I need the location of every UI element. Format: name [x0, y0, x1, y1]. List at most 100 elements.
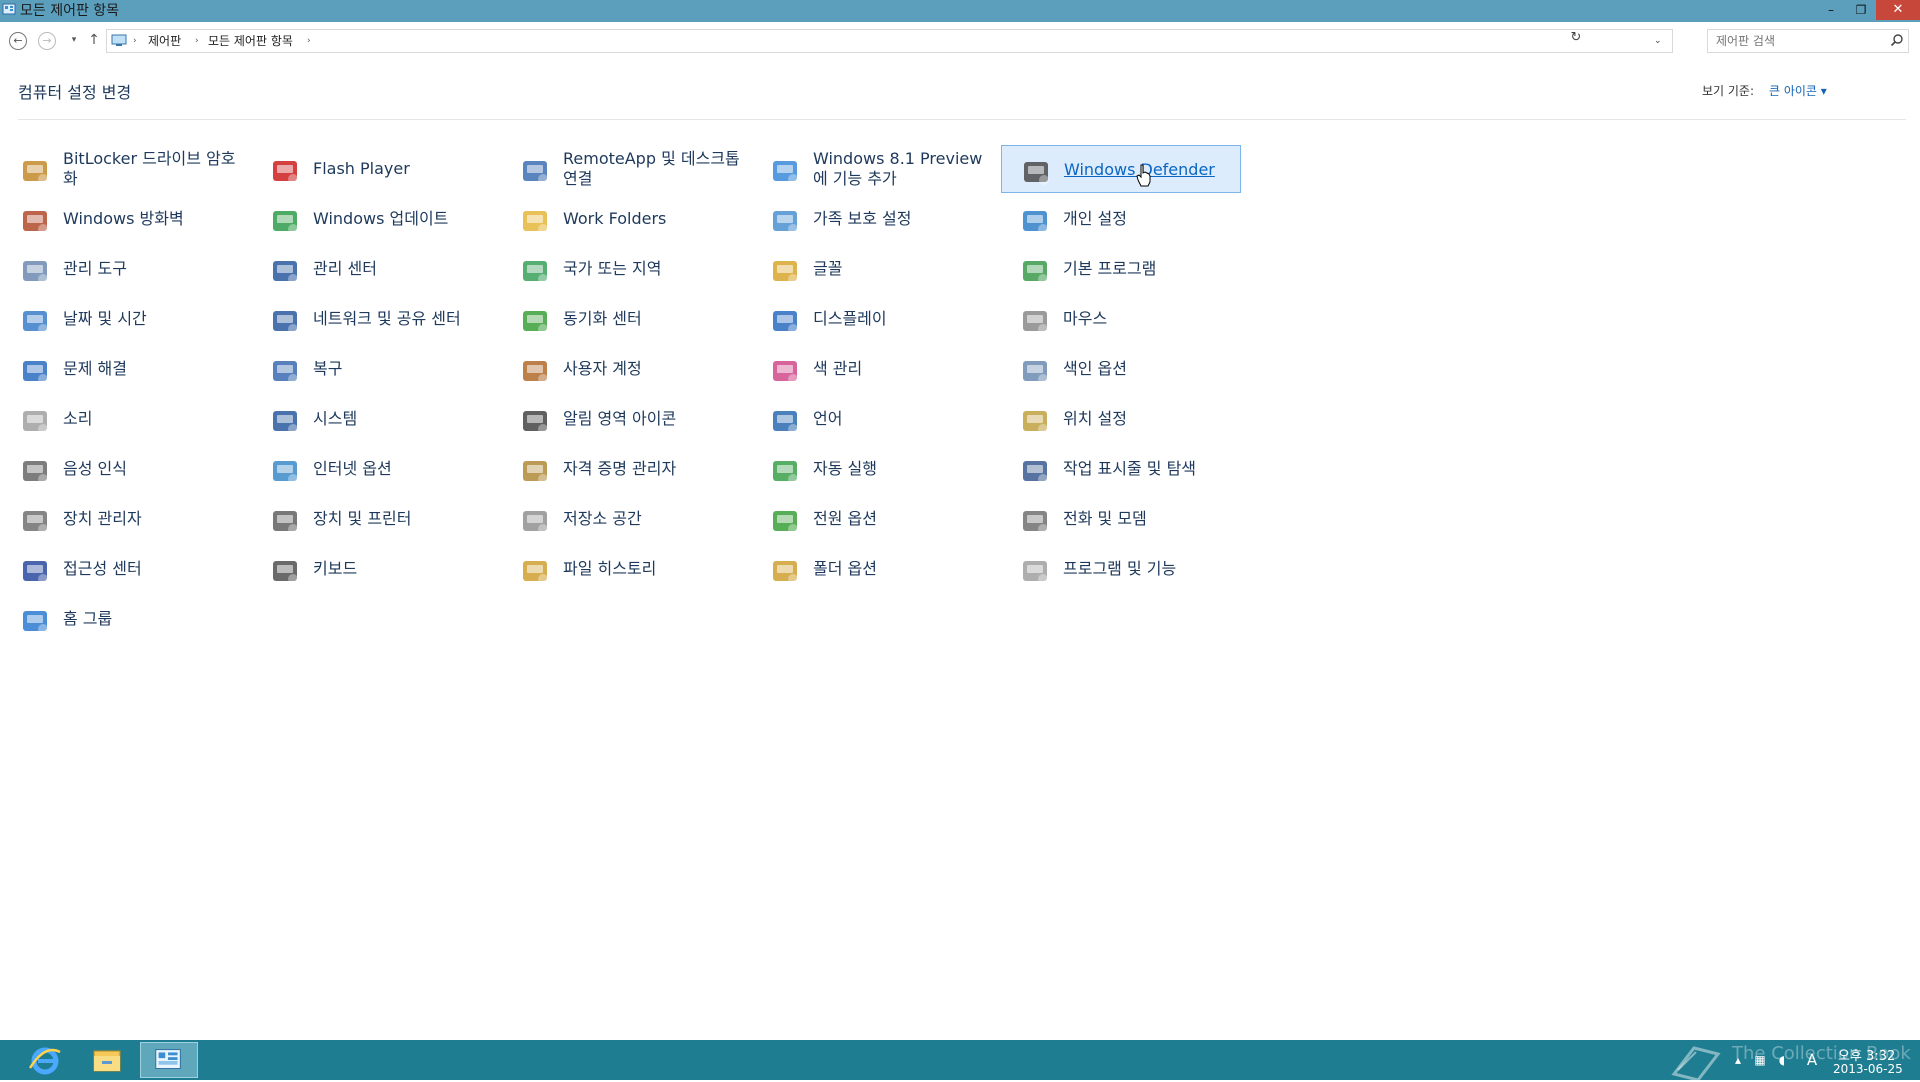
control-panel-item[interactable]: 글꼴 [751, 245, 991, 293]
search-input[interactable] [1714, 33, 1878, 49]
volume-tray-icon[interactable]: ◖ [1774, 1052, 1790, 1068]
storage-spaces-icon [523, 511, 548, 534]
credential-icon [523, 461, 548, 484]
control-panel-item[interactable]: 장치 관리자 [1, 495, 241, 543]
recent-locations-button[interactable]: ▾ [64, 30, 84, 50]
forward-button[interactable]: → [38, 32, 56, 50]
control-panel-item[interactable]: 프로그램 및 기능 [1001, 545, 1241, 593]
ime-indicator[interactable]: A [1804, 1052, 1820, 1068]
date-time-icon [23, 311, 48, 334]
refresh-button[interactable]: ↻ [1568, 30, 1584, 46]
control-panel-item-label: Windows 업데이트 [313, 209, 449, 228]
control-panel-item[interactable]: 소리 [1, 395, 241, 443]
control-panel-item[interactable]: Windows 방화벽 [1, 195, 241, 243]
control-panel-item-label: BitLocker 드라이브 암호화 [63, 149, 236, 188]
view-by-dropdown[interactable]: 큰 아이콘 ▾ [1769, 82, 1827, 99]
address-bar[interactable]: › 제어판 › 모든 제어판 항목 › ⌄ [106, 29, 1673, 53]
control-panel-item[interactable]: 색인 옵션 [1001, 345, 1241, 393]
flash-icon [273, 161, 298, 184]
family-safety-icon [773, 211, 798, 234]
control-panel-item[interactable]: 인터넷 옵션 [251, 445, 491, 493]
close-button[interactable]: ✕ [1876, 0, 1920, 20]
control-panel-item[interactable]: 전화 및 모뎀 [1001, 495, 1241, 543]
control-panel-item[interactable]: 자격 증명 관리자 [501, 445, 741, 493]
control-panel-item[interactable]: Windows 업데이트 [251, 195, 491, 243]
control-panel-item-label: 키보드 [313, 559, 358, 578]
network-tray-icon[interactable]: ▦ [1752, 1052, 1768, 1068]
control-panel-item[interactable]: 기본 프로그램 [1001, 245, 1241, 293]
control-panel-item[interactable]: 저장소 공간 [501, 495, 741, 543]
control-panel-item-label: 음성 인식 [63, 459, 127, 478]
control-panel-item[interactable]: 국가 또는 지역 [501, 245, 741, 293]
location-icon [1023, 411, 1048, 434]
control-panel-item[interactable]: 음성 인식 [1, 445, 241, 493]
taskbar-nav-icon [1023, 461, 1048, 484]
taskbar-internet-explorer[interactable] [16, 1042, 74, 1078]
indexing-icon [1023, 361, 1048, 384]
control-panel-item[interactable]: 키보드 [251, 545, 491, 593]
search-icon[interactable] [1890, 33, 1904, 47]
control-panel-item[interactable]: 마우스 [1001, 295, 1241, 343]
control-panel-item[interactable]: 관리 도구 [1, 245, 241, 293]
tray-show-hidden-icon[interactable]: ▴ [1730, 1052, 1746, 1068]
breadcrumb-separator: › [195, 36, 199, 46]
taskbar-control-panel[interactable] [140, 1042, 198, 1078]
speech-icon [23, 461, 48, 484]
back-button[interactable]: ← [9, 32, 27, 50]
control-panel-icon [155, 1049, 181, 1069]
breadcrumb-control-panel[interactable]: 제어판 [148, 30, 181, 52]
control-panel-item-label: 전원 옵션 [813, 509, 877, 528]
taskbar-file-explorer[interactable] [78, 1042, 136, 1078]
control-panel-item[interactable]: 알림 영역 아이콘 [501, 395, 741, 443]
control-panel-item[interactable]: BitLocker 드라이브 암호화 [1, 145, 241, 193]
address-dropdown-button[interactable]: ⌄ [1654, 30, 1662, 52]
control-panel-item[interactable]: 복구 [251, 345, 491, 393]
control-panel-item[interactable]: 전원 옵션 [751, 495, 991, 543]
control-panel-item[interactable]: Flash Player [251, 145, 491, 193]
control-panel-item[interactable]: Windows Defender [1001, 145, 1241, 193]
control-panel-item-label: Windows Defender [1064, 160, 1215, 179]
up-button[interactable]: ↑ [84, 30, 104, 50]
control-panel-item[interactable]: 작업 표시줄 및 탐색 [1001, 445, 1241, 493]
network-icon [273, 311, 298, 334]
control-panel-item[interactable]: 파일 히스토리 [501, 545, 741, 593]
notification-icons-icon [523, 411, 548, 434]
language-icon [773, 411, 798, 434]
user-accounts-icon [523, 361, 548, 384]
control-panel-item-label: 위치 설정 [1063, 409, 1127, 428]
control-panel-item[interactable]: 문제 해결 [1, 345, 241, 393]
control-panel-item[interactable]: 색 관리 [751, 345, 991, 393]
control-panel-item[interactable]: 자동 실행 [751, 445, 991, 493]
mouse-icon [1023, 311, 1048, 334]
control-panel-item[interactable]: 위치 설정 [1001, 395, 1241, 443]
control-panel-item[interactable]: Windows 8.1 Preview에 기능 추가 [751, 145, 991, 193]
control-panel-item[interactable]: 장치 및 프린터 [251, 495, 491, 543]
control-panel-item[interactable]: 언어 [751, 395, 991, 443]
control-panel-item-label: 장치 관리자 [63, 509, 142, 528]
control-panel-item[interactable]: 관리 센터 [251, 245, 491, 293]
control-panel-item[interactable]: 개인 설정 [1001, 195, 1241, 243]
control-panel-item[interactable]: 시스템 [251, 395, 491, 443]
maximize-button[interactable]: ❐ [1846, 0, 1876, 20]
control-panel-item[interactable]: Work Folders [501, 195, 741, 243]
control-panel-item[interactable]: RemoteApp 및 데스크톱 연결 [501, 145, 741, 193]
control-panel-item-label: 색 관리 [813, 359, 863, 378]
control-panel-item[interactable]: 사용자 계정 [501, 345, 741, 393]
control-panel-item[interactable]: 접근성 센터 [1, 545, 241, 593]
control-panel-item-label: Windows 방화벽 [63, 209, 184, 228]
control-panel-item[interactable]: 폴더 옵션 [751, 545, 991, 593]
control-panel-item-label: 기본 프로그램 [1063, 259, 1157, 278]
control-panel-item[interactable]: 동기화 센터 [501, 295, 741, 343]
breadcrumb-all-items[interactable]: 모든 제어판 항목 [208, 30, 293, 52]
control-panel-item[interactable]: 네트워크 및 공유 센터 [251, 295, 491, 343]
file-explorer-icon [93, 1050, 121, 1072]
minimize-button[interactable]: – [1816, 0, 1846, 20]
control-panel-item[interactable]: 날짜 및 시간 [1, 295, 241, 343]
breadcrumb-separator: › [307, 36, 311, 46]
control-panel-item[interactable]: 가족 보호 설정 [751, 195, 991, 243]
control-panel-item-label: 시스템 [313, 409, 358, 428]
control-panel-item[interactable]: 디스플레이 [751, 295, 991, 343]
display-icon [773, 311, 798, 334]
clock-date[interactable]: 2013-06-25 [1833, 1062, 1903, 1076]
control-panel-item[interactable]: 홈 그룹 [1, 595, 241, 643]
